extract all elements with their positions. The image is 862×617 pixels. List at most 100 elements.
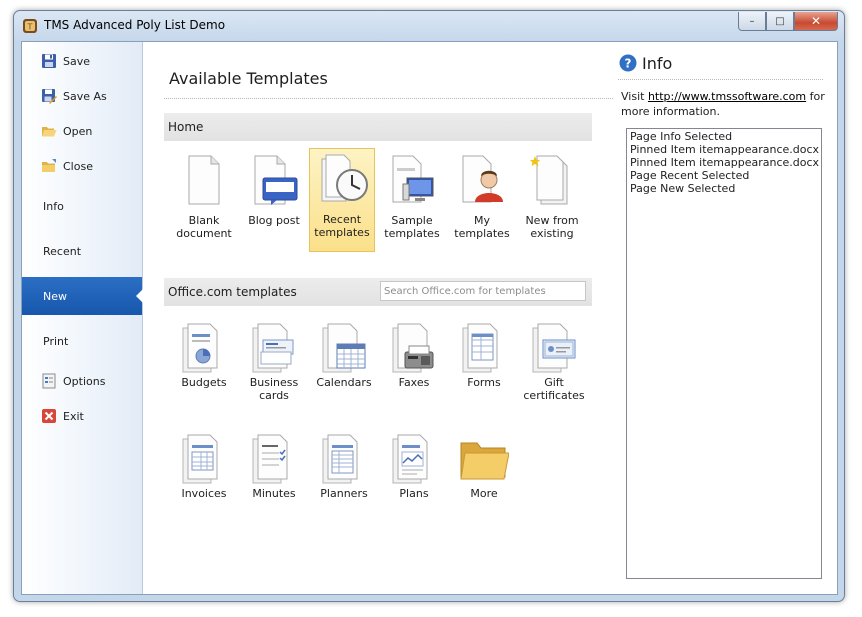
search-templates-input[interactable] — [380, 281, 586, 301]
budgets-icon — [182, 323, 218, 373]
info-panel: ? Info Visit http://www.tmssoftware.com … — [614, 42, 837, 594]
tile-invoices[interactable]: Invoices — [171, 429, 237, 533]
tile-forms[interactable]: Forms — [451, 318, 517, 422]
window-title: TMS Advanced Poly List Demo — [44, 18, 226, 32]
open-folder-icon — [42, 127, 57, 137]
section-label: Office.com templates — [168, 285, 297, 299]
tile-label: Planners — [320, 487, 368, 500]
tile-plans[interactable]: Plans — [381, 429, 447, 533]
tile-label: Gift certificates — [523, 376, 585, 402]
sidebar-item-label: Options — [63, 374, 106, 388]
save-icon — [42, 54, 56, 68]
title-bar[interactable]: T TMS Advanced Poly List Demo – □ ✕ — [14, 11, 844, 41]
office-section-header: Office.com templates — [164, 278, 592, 306]
sidebar-item-exit[interactable]: Exit — [22, 405, 142, 427]
app-icon[interactable]: T — [22, 18, 38, 34]
sidebar-item-close[interactable]: Close — [22, 155, 142, 177]
close-button[interactable]: ✕ — [794, 12, 838, 31]
tile-planners[interactable]: Planners — [311, 429, 377, 533]
sidebar-item-label: Info — [43, 199, 64, 213]
app-window: T TMS Advanced Poly List Demo – □ ✕ Save — [13, 10, 845, 602]
business-cards-icon — [252, 323, 294, 373]
tile-sample-templates[interactable]: Sample templates — [379, 150, 445, 254]
tile-label: Plans — [399, 487, 429, 500]
tile-recent-templates[interactable]: Recent templates — [309, 148, 375, 252]
maximize-icon: □ — [775, 15, 785, 27]
visit-prefix: Visit — [621, 90, 645, 103]
log-entry[interactable]: Pinned Item itemappearance.docx — [630, 156, 819, 169]
title-divider — [164, 98, 613, 99]
tile-label: Blank document — [176, 214, 232, 240]
folder-icon — [460, 442, 509, 480]
maximize-button[interactable]: □ — [766, 12, 794, 31]
visit-text: Visit http://www.tmssoftware.com for mor… — [621, 89, 826, 119]
sidebar-item-label: Open — [63, 124, 93, 138]
sidebar-item-save-as[interactable]: Save As — [22, 85, 142, 107]
tile-label: Business cards — [249, 376, 299, 402]
sidebar-item-info[interactable]: Info — [22, 195, 142, 217]
tile-my-templates[interactable]: My templates — [449, 150, 515, 254]
new-from-existing-icon — [530, 155, 568, 205]
sidebar-item-label: Print — [43, 334, 69, 348]
tile-label: Recent templates — [314, 213, 370, 239]
sidebar-item-new[interactable]: New — [22, 277, 143, 315]
my-templates-icon — [462, 155, 503, 203]
sidebar-item-open[interactable]: Open — [22, 120, 142, 142]
sidebar-item-label: Save As — [63, 89, 107, 103]
svg-text:T: T — [27, 23, 33, 32]
tile-label: More — [470, 487, 498, 500]
faxes-icon — [392, 323, 434, 373]
tile-label: My templates — [454, 214, 510, 240]
save-as-icon — [42, 89, 57, 104]
log-entry[interactable]: Page Info Selected — [630, 130, 818, 143]
sidebar-item-label: New — [43, 289, 67, 303]
forms-icon — [462, 323, 498, 373]
tile-label: Invoices — [181, 487, 227, 500]
section-label: Home — [168, 120, 204, 134]
event-log-listbox[interactable]: Page Info Selected Pinned Item itemappea… — [626, 128, 822, 579]
log-entry[interactable]: Page Recent Selected — [630, 169, 818, 182]
tile-new-from-existing[interactable]: New from existing — [519, 150, 585, 254]
minimize-icon: – — [749, 15, 755, 27]
log-entry[interactable]: Page New Selected — [630, 182, 818, 195]
tile-label: Minutes — [252, 487, 296, 500]
page-title: Available Templates — [169, 69, 328, 88]
sidebar-item-label: Close — [63, 159, 93, 173]
tile-faxes[interactable]: Faxes — [381, 318, 447, 422]
tile-blank-document[interactable]: Blank document — [171, 150, 237, 254]
tile-label: Budgets — [181, 376, 227, 389]
tile-minutes[interactable]: Minutes — [241, 429, 307, 533]
minimize-button[interactable]: – — [738, 12, 766, 31]
sidebar-item-save[interactable]: Save — [22, 50, 142, 72]
calendars-icon — [322, 323, 366, 373]
info-title: Info — [642, 54, 673, 73]
tile-label: Sample templates — [384, 214, 440, 240]
tile-label: Faxes — [398, 376, 430, 389]
website-link[interactable]: http://www.tmssoftware.com — [648, 90, 806, 103]
sample-templates-icon — [392, 155, 434, 203]
sidebar-item-options[interactable]: Options — [22, 370, 142, 392]
blog-post-icon — [254, 155, 298, 205]
sidebar-item-print[interactable]: Print — [22, 330, 142, 352]
sidebar-item-recent[interactable]: Recent — [22, 240, 142, 262]
caption-buttons: – □ ✕ — [738, 12, 838, 31]
plans-icon — [392, 434, 428, 484]
tile-label: New from existing — [525, 214, 579, 240]
tile-blog-post[interactable]: Blog post — [241, 150, 307, 254]
tile-label: Forms — [467, 376, 501, 389]
sidebar-item-label: Save — [63, 54, 91, 68]
tile-gift-certificates[interactable]: Gift certificates — [521, 318, 587, 422]
sidebar-item-label: Exit — [63, 409, 84, 423]
blank-document-icon — [188, 155, 220, 205]
planners-icon — [322, 434, 358, 484]
svg-text:?: ? — [625, 57, 632, 71]
help-icon: ? — [619, 54, 637, 72]
info-divider — [618, 79, 823, 80]
tile-calendars[interactable]: Calendars — [311, 318, 377, 422]
tile-budgets[interactable]: Budgets — [171, 318, 237, 422]
options-icon — [42, 373, 56, 389]
tile-business-cards[interactable]: Business cards — [241, 318, 307, 422]
tile-label: Calendars — [316, 376, 372, 389]
tile-more[interactable]: More — [451, 429, 517, 533]
log-entry[interactable]: Pinned Item itemappearance.docx — [630, 143, 819, 156]
